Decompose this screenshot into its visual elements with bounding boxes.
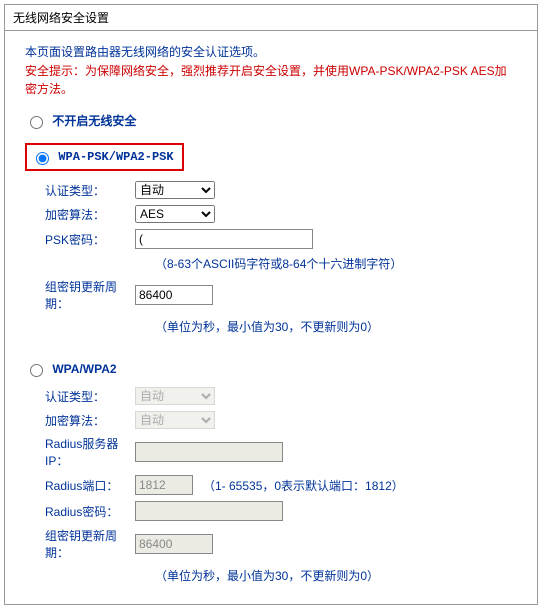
- psk-auth-row: 认证类型： 自动: [25, 181, 517, 199]
- radius-ip-label: Radius服务器IP：: [25, 435, 135, 469]
- psk-pw-input[interactable]: [135, 229, 313, 249]
- wpa-enc-select[interactable]: 自动: [135, 411, 215, 429]
- psk-pw-hint: （8-63个ASCII码字符或8-64个十六进制字符）: [155, 255, 517, 272]
- radius-ip-row: Radius服务器IP：: [25, 435, 517, 469]
- psk-group-row: 组密钥更新周期：: [25, 278, 517, 312]
- psk-group-label: 组密钥更新周期：: [25, 278, 135, 312]
- radius-pw-row: Radius密码：: [25, 501, 517, 521]
- psk-group-input[interactable]: [135, 285, 213, 305]
- wpa-auth-select[interactable]: 自动: [135, 387, 215, 405]
- radius-port-label: Radius端口：: [25, 477, 135, 494]
- panel-content: 本页面设置路由器无线网络的安全认证选项。 安全提示：为保障网络安全，强烈推荐开启…: [5, 31, 537, 604]
- radio-psk-label: WPA-PSK/WPA2-PSK: [58, 150, 173, 164]
- psk-group-hint: （单位为秒，最小值为30，不更新则为0）: [155, 318, 517, 335]
- option-disable-row: 不开启无线安全: [25, 112, 517, 129]
- psk-auth-label: 认证类型：: [25, 182, 135, 199]
- radius-pw-input[interactable]: [135, 501, 283, 521]
- wpa-enc-row: 加密算法： 自动: [25, 411, 517, 429]
- wpa-group-hint: （单位为秒，最小值为30，不更新则为0）: [155, 567, 517, 584]
- radio-wpa[interactable]: [30, 364, 43, 377]
- radio-disable-label: 不开启无线安全: [52, 114, 136, 128]
- wpa-auth-row: 认证类型： 自动: [25, 387, 517, 405]
- radius-ip-input[interactable]: [135, 442, 283, 462]
- wpa-group-input[interactable]: [135, 534, 213, 554]
- psk-highlight-box: WPA-PSK/WPA2-PSK: [25, 143, 184, 171]
- option-psk-row: WPA-PSK/WPA2-PSK: [25, 143, 517, 171]
- psk-enc-label: 加密算法：: [25, 206, 135, 223]
- security-warning: 安全提示：为保障网络安全，强烈推荐开启安全设置，并使用WPA-PSK/WPA2-…: [25, 62, 517, 98]
- radius-port-row: Radius端口： （1- 65535，0表示默认端口：1812）: [25, 475, 517, 495]
- wpa-group-row: 组密钥更新周期：: [25, 527, 517, 561]
- psk-pw-label: PSK密码：: [25, 231, 135, 248]
- wireless-security-panel: 无线网络安全设置 本页面设置路由器无线网络的安全认证选项。 安全提示：为保障网络…: [4, 4, 538, 605]
- psk-enc-row: 加密算法： AES: [25, 205, 517, 223]
- wpa-enc-label: 加密算法：: [25, 412, 135, 429]
- intro-text: 本页面设置路由器无线网络的安全认证选项。: [25, 43, 517, 60]
- radio-disable[interactable]: [30, 116, 43, 129]
- panel-title: 无线网络安全设置: [5, 5, 537, 31]
- option-wpa-row: WPA/WPA2: [25, 361, 517, 377]
- psk-pw-row: PSK密码：: [25, 229, 517, 249]
- radio-psk[interactable]: [36, 152, 49, 165]
- psk-auth-select[interactable]: 自动: [135, 181, 215, 199]
- psk-enc-select[interactable]: AES: [135, 205, 215, 223]
- radius-port-hint: （1- 65535，0表示默认端口：1812）: [203, 477, 404, 494]
- wpa-group-label: 组密钥更新周期：: [25, 527, 135, 561]
- radius-pw-label: Radius密码：: [25, 503, 135, 520]
- radio-wpa-label: WPA/WPA2: [52, 362, 116, 376]
- wpa-auth-label: 认证类型：: [25, 388, 135, 405]
- radius-port-input[interactable]: [135, 475, 193, 495]
